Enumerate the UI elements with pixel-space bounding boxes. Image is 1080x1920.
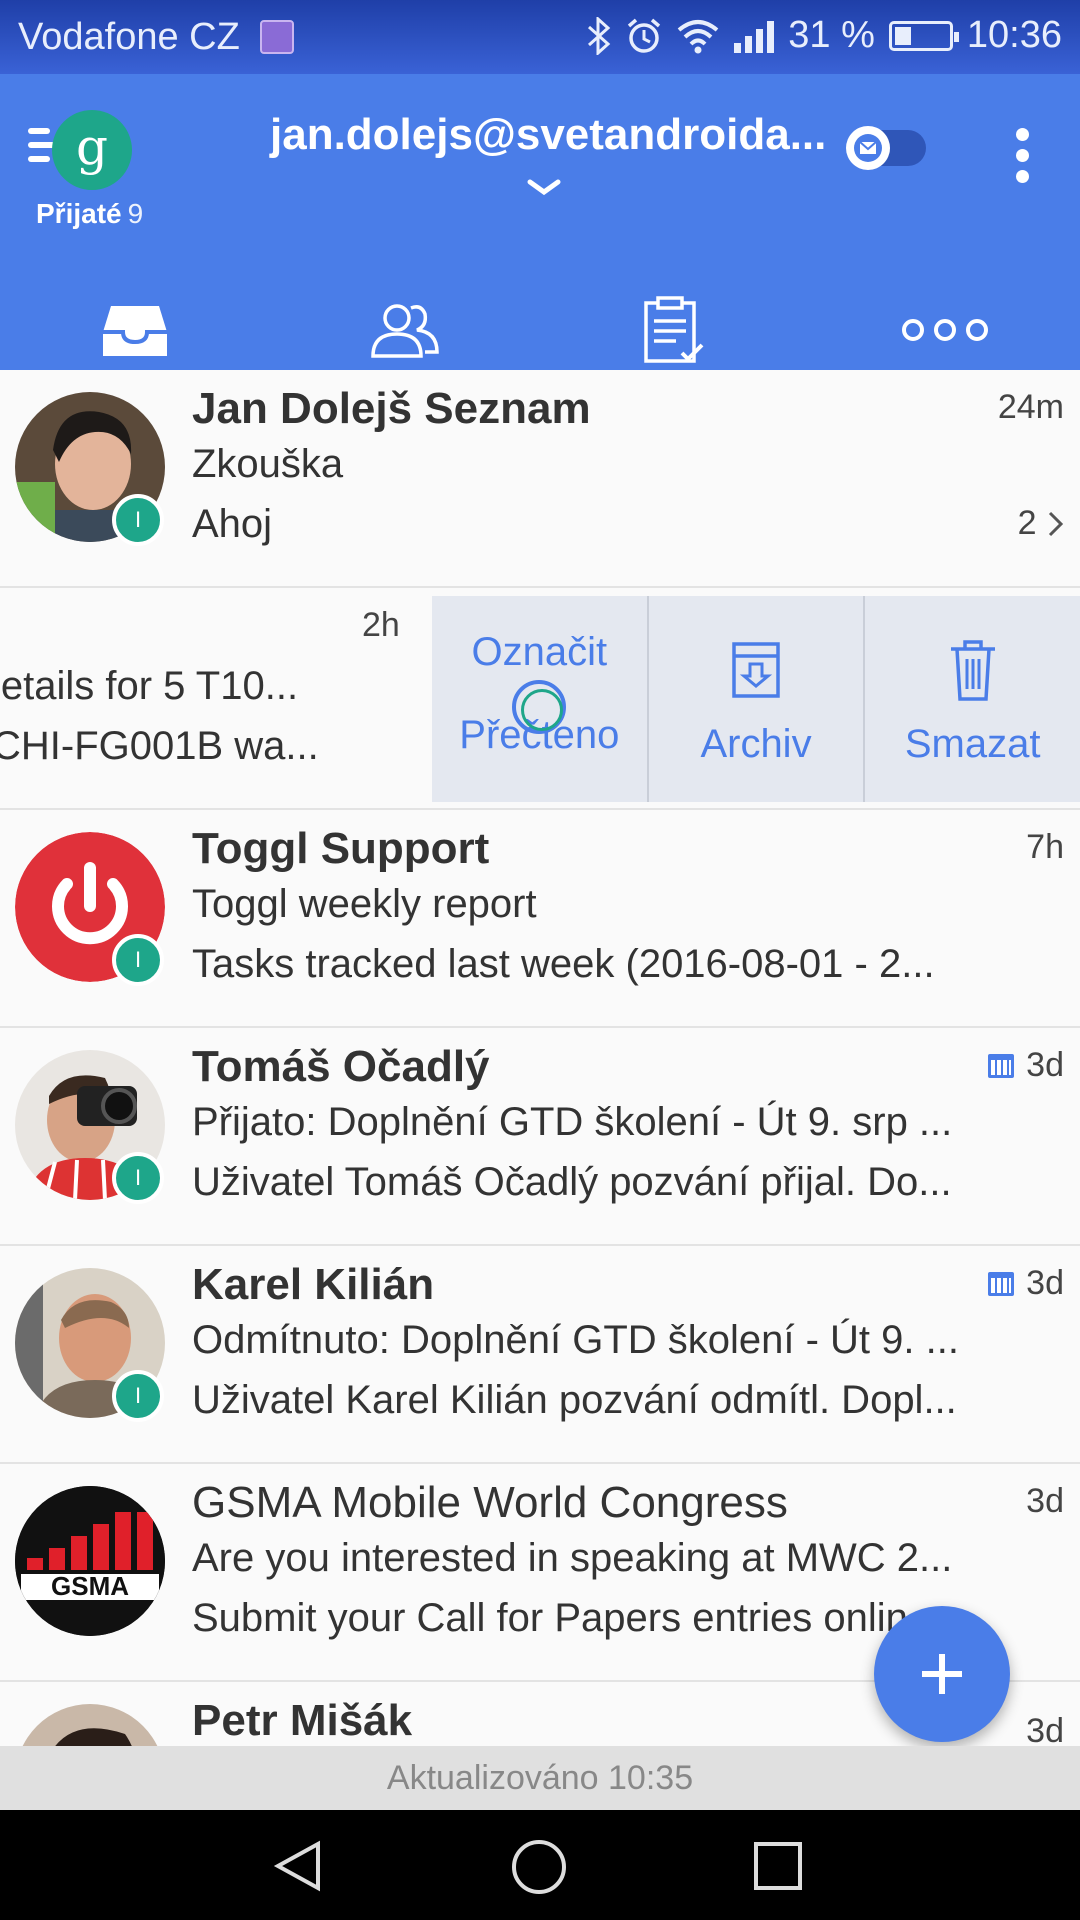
tab-more[interactable]	[810, 290, 1080, 370]
clock: 10:36	[966, 14, 1062, 56]
message-time: 3d	[988, 1264, 1064, 1303]
tab-bar	[0, 290, 1080, 376]
alarm-icon	[628, 18, 661, 53]
message-preview: Uživatel Karel Kilián pozvání odmítl. Do…	[192, 1378, 957, 1422]
inbox-tray-icon	[103, 306, 167, 356]
message-time: 7h	[1026, 828, 1064, 866]
sync-status: Aktualizováno 10:35	[0, 1746, 1080, 1810]
account-badge: I	[112, 1152, 164, 1204]
swipe-actions: Označit Přečteno Archiv Smazat	[432, 596, 1080, 802]
list-item[interactable]: I Toggl Support 7h Toggl weekly report T…	[0, 810, 1080, 1028]
tab-inbox[interactable]	[0, 290, 270, 376]
chevron-right-icon	[1048, 511, 1064, 537]
back-icon[interactable]	[270, 1838, 326, 1894]
battery-percent: 31 %	[788, 14, 875, 56]
tab-contacts[interactable]	[270, 290, 540, 370]
message-time: 24m	[997, 388, 1064, 426]
message-subject: Zkouška	[192, 442, 344, 486]
system-nav-bar	[0, 1810, 1080, 1920]
account-badge: I	[112, 1370, 164, 1422]
thread-count[interactable]: 2	[1018, 504, 1066, 543]
swiped-message-content: 2h letails for 5 T10... CHI-FG001B wa...	[0, 588, 432, 808]
contacts-icon	[371, 304, 439, 358]
clipboard-check-icon	[644, 296, 704, 363]
overflow-menu-icon[interactable]	[1016, 128, 1030, 191]
mark-label-top: Označit	[471, 630, 608, 674]
gsma-logo: GSMA	[15, 1486, 165, 1636]
focus-toggle[interactable]	[846, 126, 926, 170]
message-time: 3d	[1026, 1482, 1064, 1520]
account-badge: I	[112, 494, 164, 546]
archive-button[interactable]: Archiv	[649, 596, 866, 802]
sender-name: Toggl Support	[192, 824, 490, 873]
list-item[interactable]: I Karel Kilián 3d Odmítnuto: Doplnění GT…	[0, 1246, 1080, 1464]
message-time: 2h	[362, 606, 400, 644]
tab-tasks[interactable]	[540, 290, 810, 370]
recents-icon[interactable]	[752, 1838, 804, 1894]
archive-label: Archiv	[700, 721, 812, 766]
compose-button[interactable]	[874, 1606, 1010, 1742]
mark-read-icon	[512, 680, 566, 734]
sender-name: Karel Kilián	[192, 1260, 435, 1309]
account-badge: I	[112, 934, 164, 986]
message-preview: Ahoj	[192, 502, 273, 546]
bluetooth-icon	[588, 16, 611, 55]
account-email[interactable]: jan.dolejs@svetandroida...	[270, 110, 826, 160]
status-bar: Vodafone CZ 31 % 10:36	[0, 0, 1080, 74]
image-notification-icon	[260, 20, 294, 54]
folder-indicator[interactable]: Přijaté 9	[36, 198, 143, 230]
message-preview: CHI-FG001B wa...	[0, 724, 319, 768]
message-subject: letails for 5 T10...	[0, 664, 299, 708]
avatar	[15, 1704, 165, 1746]
mail-icon	[846, 126, 890, 170]
plus-icon	[922, 1654, 962, 1694]
more-dots-icon	[902, 319, 988, 341]
message-time: 3d	[1026, 1712, 1064, 1746]
message-list: I Jan Dolejš Seznam 24m Zkouška Ahoj 2 2…	[0, 370, 1080, 1746]
list-item[interactable]: I Jan Dolejš Seznam 24m Zkouška Ahoj 2	[0, 370, 1080, 588]
sender-name: GSMA Mobile World Congress	[192, 1478, 788, 1527]
message-time: 3d	[988, 1046, 1064, 1085]
wifi-icon	[677, 19, 719, 53]
calendar-icon	[988, 1271, 1015, 1296]
message-subject: Toggl weekly report	[192, 882, 537, 926]
sender-name: Jan Dolejš Seznam	[192, 384, 591, 433]
sender-name: Tomáš Očadlý	[192, 1042, 490, 1091]
svg-text:GSMA: GSMA	[51, 1571, 129, 1601]
list-item[interactable]: I Tomáš Očadlý 3d Přijato: Doplnění GTD …	[0, 1028, 1080, 1246]
message-subject: Are you interested in speaking at MWC 2.…	[192, 1536, 953, 1580]
chevron-down-icon[interactable]	[526, 172, 562, 208]
battery-icon	[888, 20, 959, 51]
message-preview: Uživatel Tomáš Očadlý pozvání přijal. Do…	[192, 1160, 952, 1204]
delete-button[interactable]: Smazat	[865, 596, 1080, 802]
mark-read-button[interactable]: Označit Přečteno	[432, 596, 649, 802]
sender-name: Petr Mišák	[192, 1696, 413, 1745]
app-header: g Přijaté 9 jan.dolejs@svetandroida...	[0, 74, 1080, 376]
home-icon[interactable]	[510, 1838, 568, 1896]
carrier-label: Vodafone CZ	[18, 16, 240, 58]
message-subject: Přijato: Doplnění GTD školení - Út 9. sr…	[192, 1100, 953, 1144]
delete-label: Smazat	[904, 721, 1041, 766]
unread-count: 9	[127, 198, 144, 229]
message-subject: Odmítnuto: Doplnění GTD školení - Út 9. …	[192, 1318, 959, 1362]
archive-icon	[726, 632, 786, 708]
signal-icon	[734, 19, 775, 53]
message-preview: Tasks tracked last week (2016-08-01 - 2.…	[192, 942, 935, 986]
calendar-icon	[988, 1053, 1015, 1078]
account-avatar[interactable]: g	[52, 110, 132, 190]
folder-label: Přijaté	[36, 198, 122, 229]
list-item-swiped[interactable]: 2h letails for 5 T10... CHI-FG001B wa...…	[0, 588, 1080, 810]
avatar: GSMA	[15, 1486, 165, 1636]
trash-icon	[945, 632, 1001, 708]
message-preview: Submit your Call for Papers entries onli…	[192, 1596, 908, 1640]
